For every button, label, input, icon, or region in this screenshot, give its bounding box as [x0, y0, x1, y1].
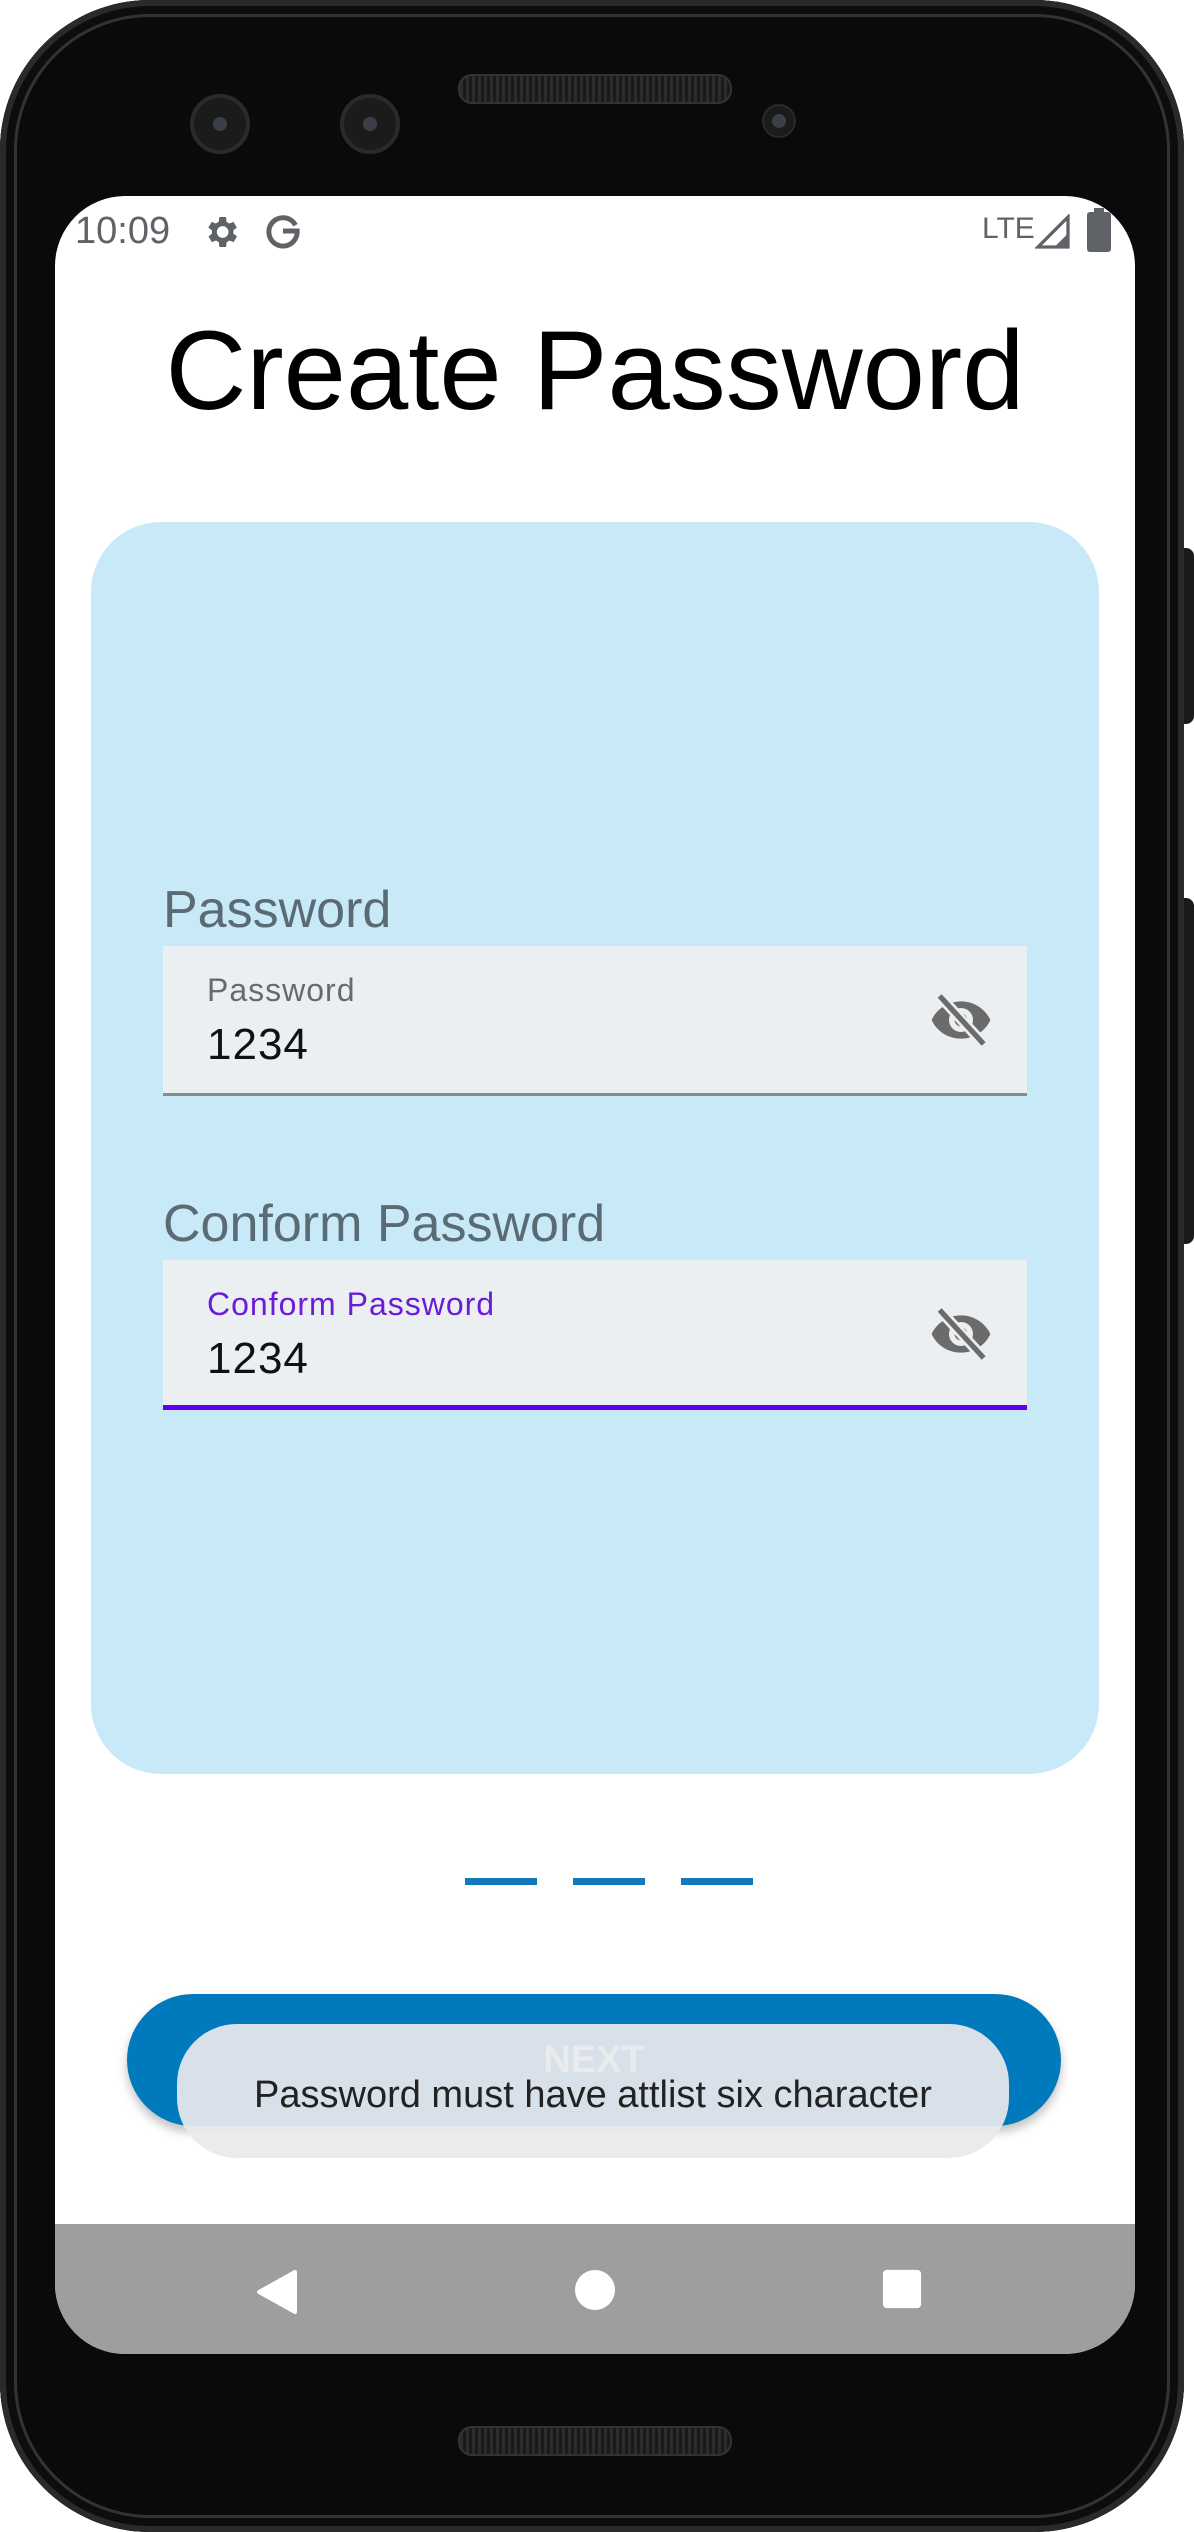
battery-icon [1087, 208, 1111, 257]
password-field-underline [163, 1093, 1027, 1096]
page-title: Create Password [165, 308, 1025, 433]
password-field-label: Password [207, 972, 356, 1008]
volume-button [1184, 898, 1194, 1244]
proximity-sensor-icon [762, 104, 796, 138]
password-field[interactable]: Password 1234 [163, 946, 1027, 1096]
top-speaker [458, 74, 732, 104]
password-heading: Password [163, 881, 392, 939]
confirm-password-field-label: Conform Password [207, 1286, 496, 1322]
back-icon[interactable] [255, 2268, 299, 2321]
front-camera-2-icon [340, 94, 400, 154]
home-icon[interactable] [573, 2268, 617, 2317]
toast-message: Password must have attlist six character [177, 2024, 1009, 2158]
password-form-card: Password Password 1234 Conform Password … [91, 522, 1099, 1774]
confirm-password-field-value[interactable]: 1234 [207, 1334, 309, 1384]
page-indicator-dash-3 [681, 1878, 753, 1885]
confirm-password-field[interactable]: Conform Password 1234 [163, 1260, 1027, 1410]
front-camera-1-icon [190, 94, 250, 154]
google-icon [263, 210, 303, 257]
system-nav-bar [55, 2224, 1135, 2354]
settings-icon [201, 212, 241, 257]
visibility-off-icon[interactable] [929, 1306, 993, 1362]
status-time: 10:09 [75, 210, 171, 252]
device-screen: 10:09 LTE Create Password Password Passw… [55, 196, 1135, 2354]
confirm-password-heading: Conform Password [163, 1195, 606, 1253]
password-field-value[interactable]: 1234 [207, 1020, 309, 1070]
status-bar: 10:09 LTE [55, 196, 1135, 266]
visibility-off-icon[interactable] [929, 992, 993, 1048]
network-type: LTE [982, 212, 1035, 245]
page-indicator-dash-1 [465, 1878, 537, 1885]
phone-frame: 10:09 LTE Create Password Password Passw… [0, 0, 1194, 2532]
recents-icon[interactable] [881, 2268, 923, 2315]
signal-icon [1034, 213, 1071, 255]
confirm-password-field-underline [163, 1405, 1027, 1410]
page-indicator-dash-2 [573, 1878, 645, 1885]
power-button [1184, 548, 1194, 724]
bottom-speaker [458, 2426, 732, 2456]
